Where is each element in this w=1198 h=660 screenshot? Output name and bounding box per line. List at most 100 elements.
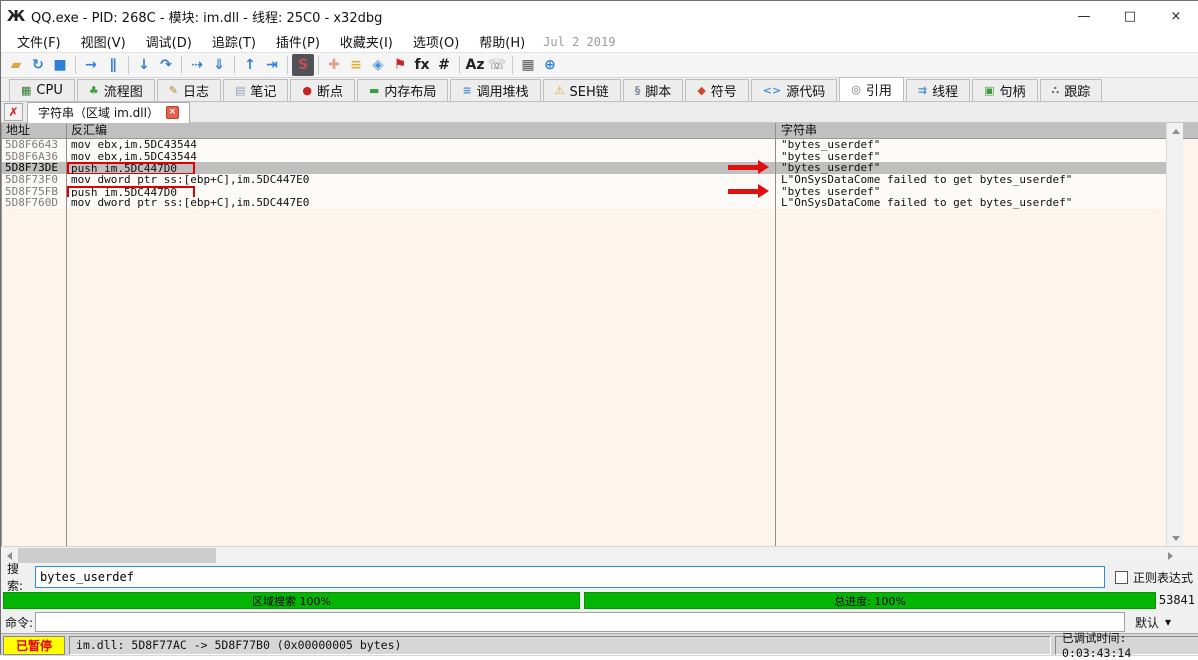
tab-label: 内存布局 bbox=[384, 81, 436, 100]
string-segment: " bbox=[874, 162, 881, 174]
menu-item-5[interactable]: 收藏夹(I) bbox=[330, 34, 403, 53]
subtab-close-icon[interactable]: × bbox=[166, 106, 179, 119]
scroll-up-icon[interactable] bbox=[1167, 123, 1184, 139]
tab-references[interactable]: ◎引用 bbox=[839, 77, 904, 101]
disasm-cell: mov dword ptr ss:[ebp+C],im.5DC447E0 bbox=[66, 174, 775, 186]
tab-trace[interactable]: ∴跟踪 bbox=[1040, 79, 1103, 101]
menu-bar: 文件(F)视图(V)调试(D)追踪(T)插件(P)收藏夹(I)选项(O)帮助(H… bbox=[1, 31, 1198, 52]
pause-icon[interactable]: ∥ bbox=[102, 54, 124, 76]
minimize-button[interactable]: — bbox=[1061, 1, 1107, 31]
menu-item-7[interactable]: 帮助(H) bbox=[469, 34, 535, 53]
hash-icon[interactable]: # bbox=[433, 54, 455, 76]
close-button[interactable]: × bbox=[1153, 1, 1198, 31]
menu-item-1[interactable]: 视图(V) bbox=[71, 34, 136, 53]
trace-over-icon[interactable]: ⇓ bbox=[208, 54, 230, 76]
tab-call-stack[interactable]: ≡调用堆栈 bbox=[450, 79, 540, 101]
menu-item-4[interactable]: 插件(P) bbox=[266, 34, 330, 53]
tab-source[interactable]: <>源代码 bbox=[751, 79, 837, 101]
calculator-icon[interactable]: ▦ bbox=[517, 54, 539, 76]
tab-label: SEH链 bbox=[570, 81, 609, 100]
bookmark-icon[interactable]: ⚑ bbox=[389, 54, 411, 76]
table-row[interactable]: 5D8F75FBpush im.5DC447D0"bytes_userdef" bbox=[2, 186, 1183, 198]
ascii-table-icon[interactable]: Az bbox=[464, 54, 486, 76]
maximize-button[interactable]: □ bbox=[1107, 1, 1153, 31]
menu-item-6[interactable]: 选项(O) bbox=[403, 34, 469, 53]
tab-graph[interactable]: ♣流程图 bbox=[77, 79, 155, 101]
string-cell: "bytes_userdef" bbox=[775, 151, 1183, 163]
scroll-down-icon[interactable] bbox=[1167, 530, 1184, 546]
attach-icon[interactable]: ☏ bbox=[486, 54, 508, 76]
tab-notes[interactable]: ▤笔记 bbox=[223, 79, 288, 101]
red-annotation-arrow-icon bbox=[728, 165, 759, 170]
close-all-tabs-button[interactable]: ✗ bbox=[4, 103, 23, 121]
result-count: 53841 bbox=[1159, 593, 1195, 607]
menu-item-0[interactable]: 文件(F) bbox=[7, 34, 71, 53]
table-row[interactable]: 5D8F73F0mov dword ptr ss:[ebp+C],im.5DC4… bbox=[2, 174, 1183, 186]
disasm-cell: mov ebx,im.5DC43544 bbox=[66, 151, 775, 163]
red-annotation-box: push im.5DC447D0 bbox=[67, 186, 195, 198]
tab-cpu[interactable]: ▦CPU bbox=[9, 79, 75, 101]
table-row[interactable]: 5D8F760Dmov dword ptr ss:[ebp+C],im.5DC4… bbox=[2, 197, 1183, 209]
function-icon[interactable]: fx bbox=[411, 54, 433, 76]
tab-script[interactable]: §脚本 bbox=[623, 79, 684, 101]
underlined-string-segment: bytes_userdef bbox=[980, 197, 1066, 209]
tab-label: 符号 bbox=[711, 81, 737, 100]
string-segment: " bbox=[781, 162, 788, 174]
subtab-label: 字符串（区域 im.dll） bbox=[38, 104, 159, 121]
column-separator bbox=[66, 123, 67, 546]
threads-icon: ⇉ bbox=[918, 84, 927, 97]
label-icon[interactable]: ◈ bbox=[367, 54, 389, 76]
tab-memory-map[interactable]: ▬内存布局 bbox=[357, 79, 448, 101]
trace-record-icon[interactable]: S bbox=[292, 54, 314, 76]
tab-handles[interactable]: ▣句柄 bbox=[972, 79, 1037, 101]
step-into-icon[interactable]: ↓ bbox=[133, 54, 155, 76]
tab-seh[interactable]: ⚠SEH链 bbox=[543, 79, 621, 101]
tab-breakpoints[interactable]: ●断点 bbox=[290, 79, 355, 101]
table-row[interactable]: 5D8F6643mov ebx,im.5DC43544"bytes_userde… bbox=[2, 139, 1183, 151]
column-header-2[interactable]: 字符串 bbox=[781, 123, 817, 139]
source-icon: <> bbox=[763, 84, 781, 97]
string-segment: " bbox=[1066, 174, 1073, 186]
search-label: 搜索: bbox=[1, 560, 35, 594]
step-over-icon[interactable]: ↷ bbox=[155, 54, 177, 76]
scroll-right-icon[interactable] bbox=[1162, 547, 1179, 564]
help-globe-icon[interactable]: ⊕ bbox=[539, 54, 561, 76]
run-to-user-code-icon[interactable]: ⇥ bbox=[261, 54, 283, 76]
command-input[interactable] bbox=[35, 612, 1125, 632]
graph-icon: ♣ bbox=[89, 84, 99, 97]
vertical-scrollbar[interactable] bbox=[1166, 123, 1183, 546]
menu-item-2[interactable]: 调试(D) bbox=[136, 34, 202, 53]
string-segment: " bbox=[874, 151, 881, 163]
comment-icon[interactable]: ≡ bbox=[345, 54, 367, 76]
table-row[interactable]: 5D8F73DEpush im.5DC447D0"bytes_userdef" bbox=[2, 162, 1183, 174]
subtab-strings-region[interactable]: 字符串（区域 im.dll） × bbox=[27, 102, 190, 123]
stop-icon[interactable]: ■ bbox=[49, 54, 71, 76]
table-row[interactable]: 5D8F6A36mov ebx,im.5DC43544"bytes_userde… bbox=[2, 151, 1183, 163]
profile-dropdown[interactable]: 默认 ▾ bbox=[1131, 613, 1175, 632]
string-segment: " bbox=[781, 186, 788, 198]
trace-into-icon[interactable]: ⇢ bbox=[186, 54, 208, 76]
toolbar-separator bbox=[318, 56, 319, 74]
execute-till-return-icon[interactable]: ↑ bbox=[239, 54, 261, 76]
horizontal-scrollbar[interactable] bbox=[1, 546, 1198, 563]
column-separator bbox=[775, 123, 776, 546]
references-table: 地址 反汇编 字符串 5D8F6643mov ebx,im.5DC43544"byt… bbox=[1, 123, 1198, 546]
regex-checkbox[interactable] bbox=[1115, 571, 1128, 584]
column-header-1[interactable]: 反汇编 bbox=[71, 123, 107, 139]
toolbar-separator bbox=[181, 56, 182, 74]
column-header-0[interactable]: 地址 bbox=[6, 123, 30, 139]
run-icon[interactable]: → bbox=[80, 54, 102, 76]
open-file-icon[interactable]: ▰ bbox=[5, 54, 27, 76]
build-date-label: Jul 2 2019 bbox=[543, 35, 615, 49]
tab-log[interactable]: ✎日志 bbox=[157, 79, 221, 101]
profile-label: 默认 bbox=[1135, 614, 1159, 631]
restart-icon[interactable]: ↻ bbox=[27, 54, 49, 76]
string-cell: "bytes_userdef" bbox=[775, 186, 1183, 198]
tab-threads[interactable]: ⇉线程 bbox=[906, 79, 970, 101]
menu-item-3[interactable]: 追踪(T) bbox=[202, 34, 266, 53]
tab-symbols[interactable]: ◆符号 bbox=[685, 79, 748, 101]
horizontal-scroll-thumb[interactable] bbox=[18, 548, 216, 563]
patch-icon[interactable]: ✚ bbox=[323, 54, 345, 76]
tab-label: 笔记 bbox=[250, 81, 276, 100]
search-input[interactable] bbox=[35, 566, 1105, 588]
